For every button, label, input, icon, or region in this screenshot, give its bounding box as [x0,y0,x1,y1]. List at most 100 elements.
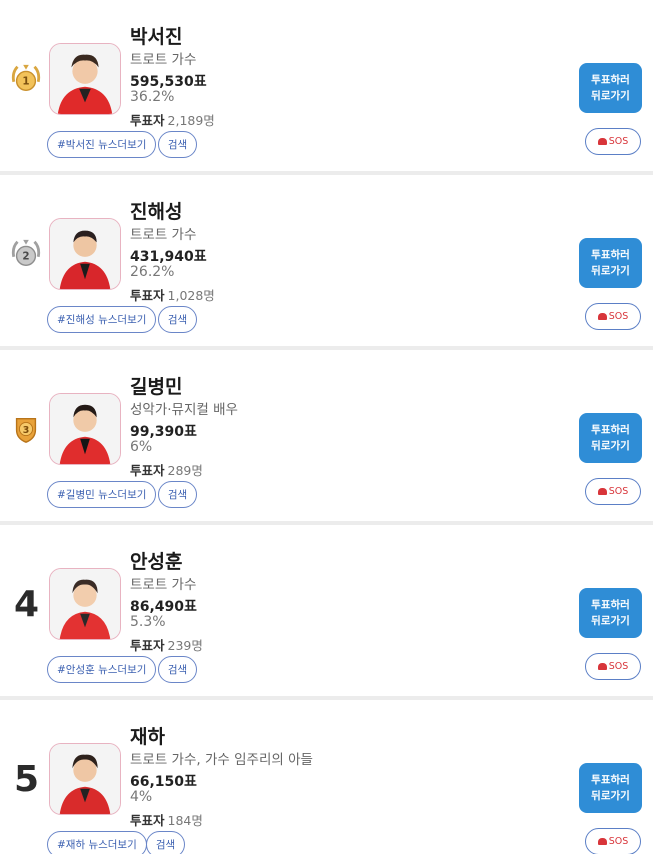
siren-icon [597,313,607,320]
voter-count: 투표자 1,028명 [130,285,215,304]
sos-label: SOS [608,836,629,847]
sos-button[interactable]: SOS [585,653,641,680]
search-button[interactable]: 검색 [158,131,197,158]
candidate-card: 5 재하 트로트 가수, 가수 임주리의 아들 66,150표 4% 투표자 18… [0,700,653,854]
vote-count: 66,150표 [130,774,197,790]
siren-icon [597,663,607,670]
candidate-photo [49,218,121,290]
person-photo-icon [50,569,120,639]
rank-badge-2: 2 [10,235,42,273]
candidate-role: 트로트 가수 [130,52,197,68]
vote-percent: 6% [130,439,153,455]
voters-value: 1,028명 [167,288,215,303]
candidate-card: 2 진해성 트로트 가수 431,940표 26.2% 투표자 1,028명 #진… [0,175,653,346]
sos-button[interactable]: SOS [585,128,641,155]
voters-label: 투표자 [130,113,165,128]
voter-count: 투표자 289명 [130,460,203,479]
news-more-button[interactable]: #재하 뉴스더보기 [47,831,147,854]
vote-button-line2: 뒤로가기 [591,790,630,802]
news-more-button[interactable]: #진해성 뉴스더보기 [47,306,157,333]
rank-number: 3 [23,425,30,436]
vote-button-line1: 투표하러 [591,73,630,86]
gold-medal-icon: 1 [11,64,41,91]
rank-number: 1 [22,76,29,88]
sos-label: SOS [608,661,629,672]
news-more-button[interactable]: #안성훈 뉴스더보기 [47,656,157,683]
rank-number: 5 [13,758,39,800]
vote-back-button[interactable]: 투표하러 뒤로가기 [579,63,642,113]
vote-button-line1: 투표하러 [591,248,630,261]
vote-button-line2: 뒤로가기 [591,265,630,277]
rank-badge-1: 1 [10,60,42,98]
search-button[interactable]: 검색 [158,306,197,333]
person-photo-icon [50,219,120,289]
siren-icon [597,838,607,845]
vote-back-button[interactable]: 투표하러 뒤로가기 [579,413,642,463]
candidate-role: 트로트 가수, 가수 임주리의 아들 [130,752,313,768]
candidate-name: 박서진 [130,26,183,48]
vote-button-line1: 투표하러 [591,423,630,436]
person-photo-icon [50,44,120,114]
silver-medal-icon: 2 [11,239,41,266]
voters-value: 2,189명 [167,113,215,128]
siren-icon [597,488,607,495]
search-button[interactable]: 검색 [158,656,197,683]
candidate-photo [49,568,121,640]
sos-button[interactable]: SOS [585,828,641,854]
vote-percent: 36.2% [130,89,175,105]
vote-back-button[interactable]: 투표하러 뒤로가기 [579,763,642,813]
sos-button[interactable]: SOS [585,303,641,330]
candidate-card: 3 길병민 성악가·뮤지컬 배우 99,390표 6% 투표자 289명 #길병민… [0,350,653,521]
news-more-button[interactable]: #길병민 뉴스더보기 [47,481,157,508]
candidate-photo [49,43,121,115]
vote-back-button[interactable]: 투표하러 뒤로가기 [579,238,642,288]
voters-value: 239명 [167,638,203,653]
rank-number: 4 [13,583,39,625]
candidate-name: 진해성 [130,201,183,223]
voters-label: 투표자 [130,813,165,828]
candidate-card: 1 박서진 트로트 가수 595,530표 36.2% 투표자 2,189명 #박… [0,0,653,171]
person-photo-icon [50,744,120,814]
vote-back-button[interactable]: 투표하러 뒤로가기 [579,588,642,638]
news-more-button[interactable]: #박서진 뉴스더보기 [47,131,157,158]
candidate-role: 트로트 가수 [130,227,197,243]
vote-count: 86,490표 [130,599,197,615]
candidate-photo [49,393,121,465]
sos-label: SOS [608,136,629,147]
siren-icon [597,138,607,145]
voters-value: 289명 [167,463,203,478]
candidate-photo [49,743,121,815]
voter-count: 투표자 2,189명 [130,110,215,129]
vote-button-line2: 뒤로가기 [591,90,630,102]
vote-button-line2: 뒤로가기 [591,440,630,452]
rank-number: 2 [22,251,29,263]
vote-count: 431,940표 [130,249,207,265]
vote-percent: 5.3% [130,614,166,630]
vote-button-line1: 투표하러 [591,598,630,611]
vote-percent: 26.2% [130,264,175,280]
person-photo-icon [50,394,120,464]
voters-label: 투표자 [130,638,165,653]
rank-badge-4: 4 [10,583,42,625]
candidate-card: 4 안성훈 트로트 가수 86,490표 5.3% 투표자 239명 #안성훈 뉴… [0,525,653,696]
rank-badge-5: 5 [10,758,42,800]
voter-count: 투표자 239명 [130,635,203,654]
candidate-role: 트로트 가수 [130,577,197,593]
search-button[interactable]: 검색 [146,831,185,854]
voters-value: 184명 [167,813,203,828]
sos-button[interactable]: SOS [585,478,641,505]
sos-label: SOS [608,311,629,322]
candidate-role: 성악가·뮤지컬 배우 [130,402,238,418]
voter-count: 투표자 184명 [130,810,203,829]
sos-label: SOS [608,486,629,497]
vote-count: 595,530표 [130,74,207,90]
voters-label: 투표자 [130,288,165,303]
vote-button-line1: 투표하러 [591,773,630,786]
candidate-name: 안성훈 [130,551,183,573]
voters-label: 투표자 [130,463,165,478]
candidate-name: 재하 [130,726,165,748]
vote-button-line2: 뒤로가기 [591,615,630,627]
search-button[interactable]: 검색 [158,481,197,508]
bronze-shield-icon: 3 [15,417,37,443]
vote-count: 99,390표 [130,424,197,440]
